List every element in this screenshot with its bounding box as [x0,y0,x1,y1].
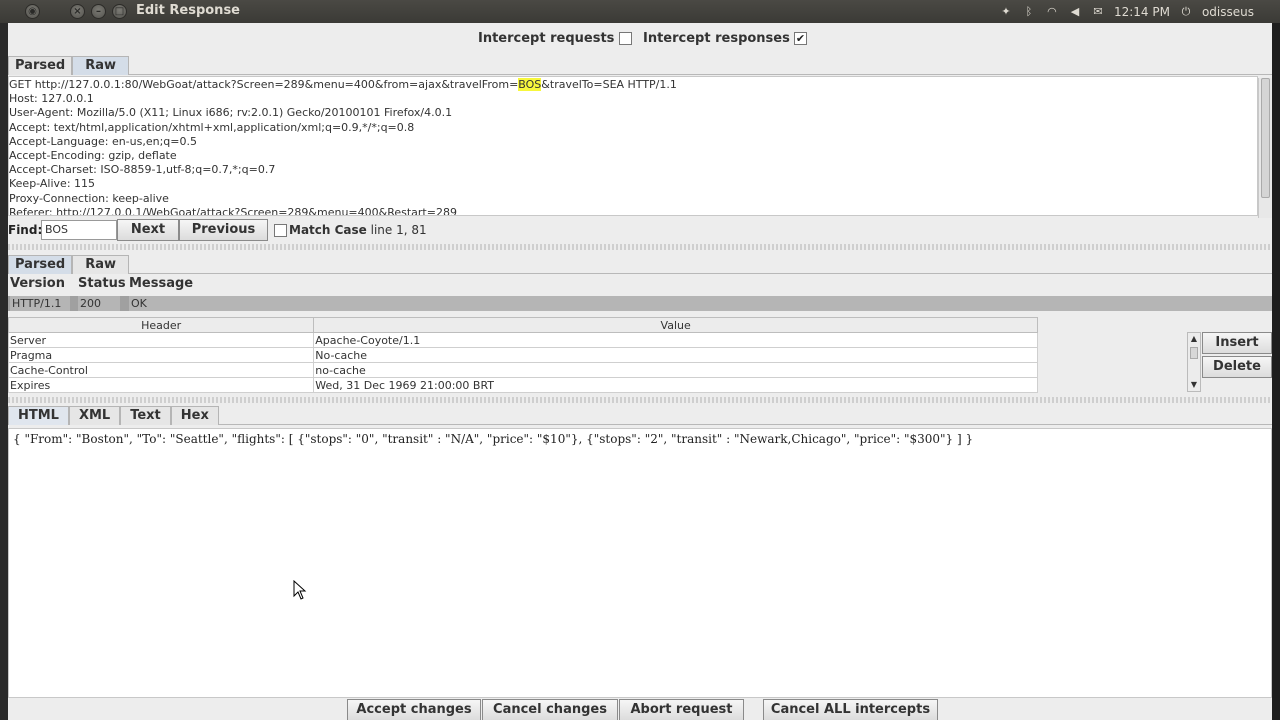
table-row[interactable]: Server Apache-Coyote/1.1 [7,332,1038,348]
request-line: Accept-Charset: ISO-8859-1,utf-8;q=0.7,*… [9,163,276,177]
bluetooth-icon[interactable]: ᛒ [1022,5,1036,18]
find-bar: Find: BOS Next Previous Match Case line … [8,217,1272,243]
split-pane-divider[interactable] [8,244,1272,250]
header-name-cell[interactable]: Pragma [7,347,315,363]
action-bar: Accept changes Cancel changes Abort requ… [8,698,1272,720]
system-tray: ✦ ᛒ ◠ ◀ ✉ 12:14 PM ⏻ odisseus [999,0,1280,23]
dropbox-icon[interactable]: ✦ [999,5,1013,18]
status-field[interactable]: 200 [78,296,120,311]
request-line: Proxy-Connection: keep-alive [9,191,169,205]
version-label: Version [10,276,65,291]
request-line: Host: 127.0.0.1 [9,92,94,106]
version-field[interactable]: HTTP/1.1 [10,296,70,311]
message-field[interactable]: OK [129,296,1272,311]
clock[interactable]: 12:14 PM [1114,5,1170,19]
request-view-tabs: Parsed Raw [8,56,1272,75]
left-border [0,23,8,720]
table-row[interactable]: Expires Wed, 31 Dec 1969 21:00:00 BRT [7,377,1038,393]
tab-body-html[interactable]: HTML [8,406,69,425]
response-view-tabs: Parsed Raw [8,255,1272,274]
status-label: Status [78,276,126,291]
delete-header-button[interactable]: Delete [1202,356,1272,378]
request-line: User-Agent: Mozilla/5.0 (X11; Linux i686… [9,106,453,120]
volume-icon[interactable]: ◀ [1068,5,1082,18]
find-next-button[interactable]: Next [117,219,179,241]
message-label: Message [129,276,194,291]
tab-body-xml[interactable]: XML [68,406,121,425]
tab-response-raw[interactable]: Raw [72,255,130,274]
wifi-icon[interactable]: ◠ [1045,5,1059,18]
power-icon[interactable]: ⏻ [1179,5,1193,18]
abort-request-button[interactable]: Abort request [619,699,744,720]
request-line: Keep-Alive: 115 [9,177,96,191]
find-input[interactable]: BOS [41,220,117,240]
tab-request-parsed[interactable]: Parsed [8,56,73,75]
tab-body-text[interactable]: Text [120,406,171,425]
response-headers-table: Header Value Server Apache-Coyote/1.1 Pr… [7,317,1038,393]
scroll-down-icon[interactable]: ▼ [1188,379,1200,391]
request-line: Accept-Encoding: gzip, deflate [9,148,177,162]
intercept-responses-checkbox[interactable]: ✔ [794,32,807,45]
response-body-editor[interactable]: { "From": "Boston", "To": "Seattle", "fl… [8,428,1272,698]
user-name[interactable]: odisseus [1202,5,1254,19]
request-line: Accept: text/html,application/xhtml+xml,… [9,120,415,134]
header-value-cell[interactable]: Apache-Coyote/1.1 [313,332,1038,348]
mail-icon[interactable]: ✉ [1091,5,1105,18]
scrollbar-thumb[interactable] [1190,347,1198,359]
mouse-pointer-icon [293,580,307,600]
header-name-cell[interactable]: Expires [7,377,315,393]
tab-response-parsed[interactable]: Parsed [8,255,73,274]
cancel-all-intercepts-button[interactable]: Cancel ALL intercepts [763,699,938,720]
table-header-row: Header Value [7,317,1038,333]
header-name-cell[interactable]: Cache-Control [7,362,315,378]
table-row[interactable]: Cache-Control no-cache [7,362,1038,378]
search-highlight: BOS [518,78,542,91]
maximize-icon[interactable]: □ [112,4,127,19]
request-line: Accept-Language: en-us,en;q=0.5 [9,134,197,148]
right-border [1272,23,1280,720]
intercept-options: Intercept requests : Intercept responses… [8,23,1272,54]
cursor-position: line 1, 81 [370,223,427,237]
request-raw-editor[interactable]: GET http://127.0.0.1:80/WebGoat/attack?S… [8,76,1258,216]
intercept-responses-label: Intercept responses : [643,31,800,46]
scrollbar-thumb[interactable] [1261,78,1270,198]
window-menu-icon[interactable]: ◉ [25,4,40,19]
scroll-up-icon[interactable]: ▲ [1188,333,1200,345]
intercept-requests-label: Intercept requests : [478,31,625,46]
request-line-1: GET http://127.0.0.1:80/WebGoat/attack?S… [9,78,677,91]
table-row[interactable]: Pragma No-cache [7,347,1038,363]
accept-changes-button[interactable]: Accept changes [347,699,481,720]
find-previous-button[interactable]: Previous [179,219,268,241]
headers-scrollbar[interactable]: ▲ ▼ [1187,332,1201,392]
column-header-value[interactable]: Value [313,317,1038,333]
body-view-tabs: HTML XML Text Hex [8,406,1272,425]
tab-body-hex[interactable]: Hex [170,406,219,425]
split-pane-divider[interactable] [8,397,1272,403]
window-title: Edit Response [136,3,240,18]
match-case-label: Match Case line 1, 81 [289,223,427,237]
cancel-changes-button[interactable]: Cancel changes [482,699,618,720]
match-case-checkbox[interactable] [274,224,287,237]
tab-request-raw[interactable]: Raw [72,56,130,75]
find-label: Find: [8,223,43,237]
header-value-cell[interactable]: No-cache [313,347,1038,363]
header-value-cell[interactable]: no-cache [313,362,1038,378]
header-name-cell[interactable]: Server [7,332,315,348]
minimize-icon[interactable]: – [91,4,106,19]
close-icon[interactable]: × [70,4,85,19]
request-scrollbar[interactable] [1258,78,1272,218]
intercept-requests-checkbox[interactable] [619,32,632,45]
request-line: Referer: http://127.0.0.1/WebGoat/attack… [9,205,457,216]
header-value-cell[interactable]: Wed, 31 Dec 1969 21:00:00 BRT [313,377,1038,393]
edit-response-window: Intercept requests : Intercept responses… [7,23,1272,720]
column-header-header[interactable]: Header [7,317,315,333]
title-bar: ◉ × – □ Edit Response ✦ ᛒ ◠ ◀ ✉ 12:14 PM… [0,0,1280,23]
insert-header-button[interactable]: Insert [1202,332,1272,354]
